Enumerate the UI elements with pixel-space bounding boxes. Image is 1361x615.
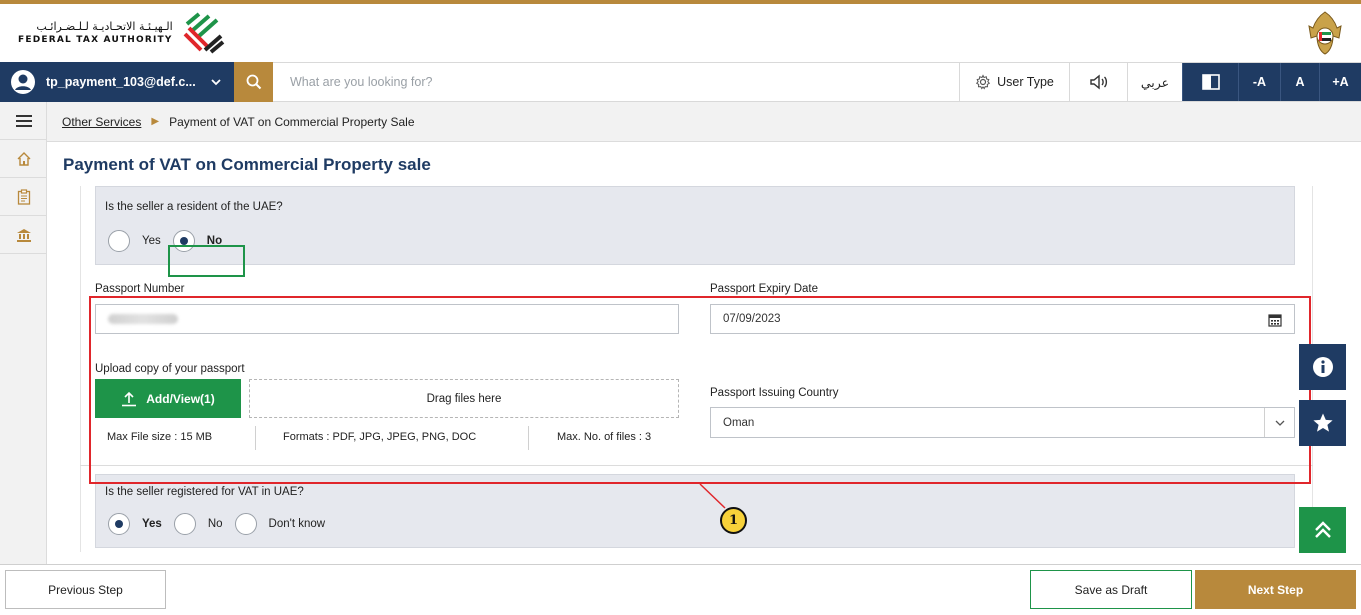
user-name: tp_payment_103@def.c... (46, 75, 196, 89)
highlight-no-selection (168, 245, 245, 277)
bank-icon (16, 228, 31, 242)
star-icon (1312, 413, 1333, 432)
user-avatar-icon (11, 70, 35, 94)
uae-emblem-icon (1308, 11, 1342, 55)
resident-question-label: Is the seller a resident of the UAE? (105, 201, 283, 213)
logo-arabic-text: الـهيـئـة الاتحـاديـة لـلـضـرائـب (36, 20, 173, 33)
font-decrease-label: -A (1252, 75, 1267, 89)
chevron-down-icon (211, 79, 221, 86)
hamburger-menu-icon (15, 114, 32, 127)
footer-actions: Previous Step Save as Draft Next Step (0, 564, 1361, 615)
breadcrumb: Other Services ▶ Payment of VAT on Comme… (47, 102, 1361, 142)
fta-logo-icon (183, 12, 224, 54)
breadcrumb-other-services-link[interactable]: Other Services (62, 115, 141, 129)
vat-radio-group: Yes No Don't know (108, 513, 337, 535)
gear-icon (976, 74, 991, 90)
resident-question-panel: Is the seller a resident of the UAE? Yes… (95, 186, 1295, 265)
resident-yes-label[interactable]: Yes (142, 235, 161, 247)
save-as-draft-button[interactable]: Save as Draft (1030, 570, 1192, 609)
vat-dont-know-radio[interactable] (234, 513, 257, 535)
vat-dont-know-label[interactable]: Don't know (269, 518, 326, 530)
user-menu[interactable]: tp_payment_103@def.c... (0, 62, 234, 102)
scroll-top-button[interactable] (1299, 507, 1346, 553)
breadcrumb-current: Payment of VAT on Commercial Property Sa… (169, 114, 415, 129)
contrast-button[interactable] (1182, 63, 1238, 101)
vat-yes-radio[interactable] (108, 513, 130, 535)
font-normal-label: A (1295, 75, 1305, 89)
breadcrumb-arrow-icon: ▶ (151, 116, 160, 127)
next-step-label: Next Step (1247, 582, 1304, 597)
left-sidebar (0, 102, 47, 564)
save-as-draft-label: Save as Draft (1074, 582, 1148, 597)
sidebar-item-home[interactable] (0, 140, 47, 178)
resident-yes-radio[interactable] (108, 230, 130, 252)
favorite-button[interactable] (1299, 400, 1346, 446)
top-toolbar: tp_payment_103@def.c... User Type عربي (0, 62, 1361, 102)
clipboard-icon (17, 188, 30, 205)
radio-selected-dot (179, 237, 188, 245)
audio-button[interactable] (1069, 63, 1127, 101)
search-icon (246, 74, 261, 90)
font-decrease-button[interactable]: -A (1238, 63, 1280, 101)
font-increase-label: +A (1332, 75, 1349, 89)
vat-yes-label[interactable]: Yes (142, 518, 162, 530)
highlight-passport-section (89, 296, 1311, 484)
font-increase-button[interactable]: +A (1319, 63, 1361, 101)
sidebar-item-bank[interactable] (0, 216, 47, 254)
logo-english-text: FEDERAL TAX AUTHORITY (18, 35, 173, 45)
sidebar-item-clipboard[interactable] (0, 178, 47, 216)
user-type-button[interactable]: User Type (959, 63, 1069, 101)
next-step-button[interactable]: Next Step (1195, 570, 1356, 609)
arabic-language-button[interactable]: عربي (1127, 63, 1182, 101)
search-input[interactable] (280, 63, 950, 101)
menu-toggle-button[interactable] (0, 102, 47, 140)
double-chevron-up-icon (1314, 521, 1331, 538)
arabic-label: عربي (1140, 74, 1170, 90)
info-button[interactable] (1299, 344, 1346, 390)
user-type-label: User Type (997, 75, 1054, 89)
site-header: الـهيـئـة الاتحـاديـة لـلـضـرائـب FEDERA… (0, 4, 1361, 62)
passport-expiry-label: Passport Expiry Date (710, 283, 819, 295)
contrast-icon (1201, 74, 1220, 90)
info-icon (1312, 357, 1333, 377)
previous-step-label: Previous Step (48, 582, 123, 597)
vat-question-label: Is the seller registered for VAT in UAE? (105, 486, 304, 498)
passport-number-label: Passport Number (95, 283, 185, 295)
vat-no-label[interactable]: No (208, 518, 223, 530)
home-icon (17, 151, 30, 166)
fta-logo[interactable]: الـهيـئـة الاتحـاديـة لـلـضـرائـب FEDERA… (18, 10, 225, 56)
search-button[interactable] (234, 62, 273, 102)
font-normal-button[interactable]: A (1280, 63, 1319, 101)
vat-no-radio[interactable] (173, 513, 196, 535)
callout-number-badge: 1 (720, 507, 747, 534)
previous-step-button[interactable]: Previous Step (5, 570, 166, 609)
speaker-icon (1089, 74, 1107, 90)
page-title: Payment of VAT on Commercial Property sa… (63, 155, 431, 174)
radio-selected-dot (115, 520, 123, 528)
